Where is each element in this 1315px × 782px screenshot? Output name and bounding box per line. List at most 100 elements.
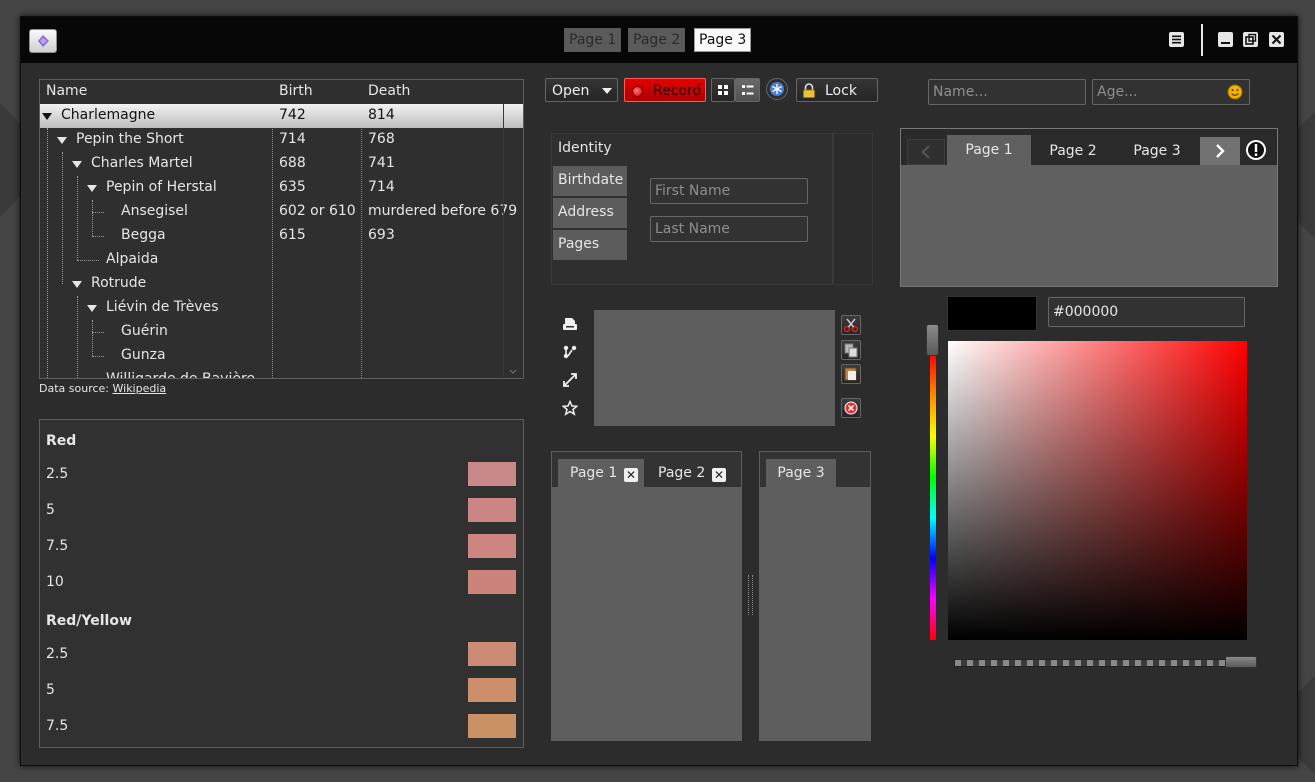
tab-page-3[interactable]: Page 3 <box>1115 137 1199 165</box>
paste-button[interactable] <box>841 364 861 384</box>
tree-row[interactable]: Charlemagne 742 814 <box>40 104 523 128</box>
genealogy-tree-view[interactable]: Name Birth Death Charlemagne 742 814 Pep… <box>39 79 524 379</box>
alert-icon[interactable] <box>1245 139 1267 161</box>
window-tab-page-2[interactable]: Page 2 <box>628 28 686 52</box>
tree-row[interactable]: Pepin of Herstal 635 714 <box>40 176 523 200</box>
color-swatch[interactable] <box>468 714 516 738</box>
saturation-value-plane[interactable] <box>948 341 1247 640</box>
text-area[interactable] <box>593 309 836 427</box>
tree-header: Name Birth Death <box>40 80 523 104</box>
clear-button[interactable] <box>841 398 861 418</box>
close-icon[interactable] <box>1269 32 1284 47</box>
tab-page-2-label: Page 2 <box>658 465 706 481</box>
name-entry[interactable]: Name... <box>928 79 1086 105</box>
close-tab-icon[interactable]: ✕ <box>712 468 726 482</box>
tree-cell-name: Begga <box>121 227 166 243</box>
color-swatch[interactable] <box>468 678 516 702</box>
tree-row[interactable]: Rotrude <box>40 272 523 296</box>
tree-scrollbar[interactable] <box>503 104 522 377</box>
window-tab-page-1[interactable]: Page 1 <box>564 28 622 52</box>
left-notebook-page <box>552 487 741 740</box>
hue-slider[interactable] <box>930 354 936 640</box>
tree-cell-name: Gunza <box>121 347 166 363</box>
first-name-field[interactable]: First Name <box>650 178 808 204</box>
swatch-label: 5 <box>46 682 55 698</box>
share-icon[interactable] <box>562 344 578 360</box>
settings-round-button[interactable] <box>766 78 788 100</box>
vertical-toolbar <box>551 308 589 426</box>
tree-cell-death: murdered before 679 <box>368 203 518 219</box>
tree-cell-death: 714 <box>368 179 395 195</box>
hue-slider-handle[interactable] <box>926 324 939 356</box>
alpha-slider-handle[interactable] <box>1225 656 1257 668</box>
tree-row[interactable]: Charles Martel 688 741 <box>40 152 523 176</box>
column-header-name[interactable]: Name <box>46 83 87 99</box>
star-icon[interactable] <box>562 400 578 416</box>
tree-row[interactable]: Begga 615 693 <box>40 224 523 248</box>
color-swatch[interactable] <box>468 570 516 594</box>
color-swatch-list[interactable]: Red 2.5 5 7.5 10 Red/Yellow 2.5 5 7.5 <box>39 419 524 748</box>
grid-view-button[interactable] <box>711 78 735 102</box>
age-entry[interactable]: Age... <box>1092 79 1250 105</box>
swatch-label: 5 <box>46 502 55 518</box>
chevron-left-icon <box>921 145 930 159</box>
open-label: Open <box>552 83 590 99</box>
list-view-button[interactable] <box>735 78 760 102</box>
tab-address[interactable]: Address <box>553 198 627 228</box>
tree-row[interactable]: Gunza <box>40 344 523 368</box>
tree-row[interactable]: Guérin <box>40 320 523 344</box>
tree-cell-birth: 635 <box>279 179 306 195</box>
data-source-note: Data source: Wikipedia <box>39 382 166 395</box>
tab-identity[interactable]: Identity <box>553 134 627 164</box>
copy-button[interactable] <box>841 340 861 360</box>
app-logo-icon <box>29 29 57 53</box>
menu-icon[interactable] <box>1169 32 1184 47</box>
color-swatch[interactable] <box>468 462 516 486</box>
smiley-icon[interactable] <box>1227 84 1243 100</box>
tab-page-2[interactable]: Page 2 <box>1031 137 1115 165</box>
tab-scroll-left-button[interactable] <box>907 139 945 165</box>
tree-row[interactable]: Pepin the Short 714 768 <box>40 128 523 152</box>
minimize-icon[interactable] <box>1218 32 1233 47</box>
window-tab-page-3[interactable]: Page 3 <box>694 28 752 52</box>
expander-open-icon[interactable] <box>57 137 67 144</box>
open-dropdown-button[interactable]: Open <box>545 78 618 102</box>
tab-birthdate[interactable]: Birthdate <box>553 166 627 196</box>
hex-color-entry[interactable]: #000000 <box>1048 297 1245 327</box>
column-header-death[interactable]: Death <box>368 83 410 99</box>
expander-open-icon[interactable] <box>87 185 97 192</box>
tree-row[interactable]: Ansegisel 602 or 610 murdered before 679 <box>40 200 523 224</box>
tab-page-1-label: Page 1 <box>570 465 618 481</box>
expander-open-icon[interactable] <box>72 161 82 168</box>
alpha-slider[interactable] <box>954 659 1256 667</box>
paste-icon <box>844 367 857 381</box>
expander-open-icon[interactable] <box>72 281 82 288</box>
pane-splitter-handle[interactable] <box>748 575 753 615</box>
wikipedia-link[interactable]: Wikipedia <box>113 382 167 395</box>
tab-scroll-right-button[interactable] <box>1200 137 1240 165</box>
tab-page-3[interactable]: Page 3 <box>766 459 836 487</box>
last-name-field[interactable]: Last Name <box>650 216 808 242</box>
cut-button[interactable] <box>841 315 861 335</box>
tree-cell-name: Guérin <box>121 323 168 339</box>
color-swatch[interactable] <box>468 534 516 558</box>
tree-row[interactable]: Alpaida <box>40 248 523 272</box>
fullscreen-icon[interactable] <box>562 372 578 388</box>
tree-row[interactable]: Liévin de Trèves <box>40 296 523 320</box>
lock-toggle-button[interactable]: Lock <box>796 78 878 102</box>
color-swatch[interactable] <box>468 642 516 666</box>
record-button[interactable]: Record <box>624 78 706 102</box>
tab-page-1[interactable]: Page 1 <box>947 135 1031 165</box>
tree-cell-birth: 602 or 610 <box>279 203 356 219</box>
maximize-icon[interactable] <box>1243 32 1258 47</box>
swatch-label: 2.5 <box>46 646 69 662</box>
right-notebook-page <box>760 487 870 740</box>
color-swatch[interactable] <box>468 498 516 522</box>
expander-open-icon[interactable] <box>42 113 52 120</box>
close-tab-icon[interactable]: ✕ <box>624 468 638 482</box>
column-header-birth[interactable]: Birth <box>279 83 313 99</box>
tab-pages[interactable]: Pages <box>553 230 627 260</box>
tree-row[interactable]: Willigarde de Bavière <box>40 368 523 378</box>
print-icon[interactable] <box>562 316 578 332</box>
expander-open-icon[interactable] <box>87 305 97 312</box>
